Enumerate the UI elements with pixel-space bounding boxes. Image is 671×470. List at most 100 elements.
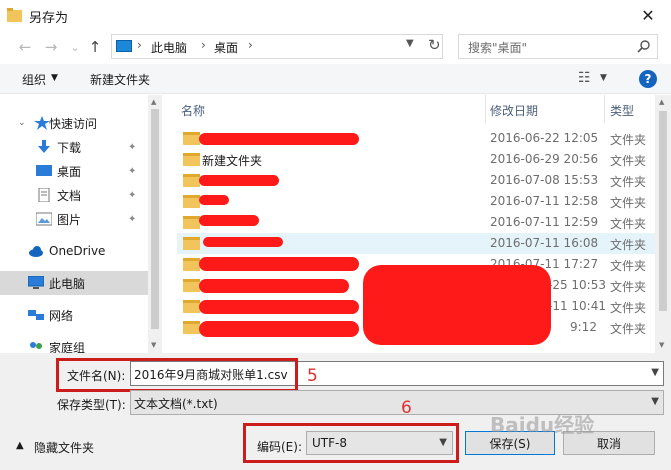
redaction-mark [199,215,259,226]
homegroup-icon [30,342,42,349]
redaction-mark [199,195,229,205]
help-icon[interactable]: ? [639,70,657,88]
redaction-mark [203,237,283,247]
sidebar-item-pictures[interactable]: 图片 ✦ [0,207,148,231]
refresh-icon[interactable]: ↻ [428,36,441,54]
file-type: 文件夹 [610,196,647,210]
chevron-up-icon[interactable]: ▲ [16,440,24,451]
sidebar-item-onedrive[interactable]: OneDrive [0,239,148,263]
search-box[interactable]: 搜索"桌面" [458,34,658,59]
scrollbar-thumb[interactable] [659,111,667,311]
pin-icon: ✦ [128,213,137,225]
sidebar-item-label: 下载 [57,140,82,155]
chevron-down-icon[interactable]: ⌄ [18,118,26,128]
back-button[interactable]: ← [16,38,34,56]
window-title: 另存为 [29,11,69,26]
caret-down-icon[interactable]: ▼ [51,73,58,83]
redaction-mark [199,175,279,186]
file-type: 文件夹 [610,175,647,189]
pin-icon: ✦ [128,165,137,177]
column-divider[interactable] [604,95,605,123]
folder-icon [183,258,200,271]
file-modified: 2016-07-11 16:08 [490,236,599,250]
hide-folders-button[interactable]: 隐藏文件夹 [34,439,94,456]
sidebar-item-label: 此电脑 [49,276,86,291]
document-icon [38,188,50,202]
up-button[interactable]: ↑ [86,38,104,56]
file-type: 文件夹 [610,301,647,315]
annotation-box-filename [56,358,298,392]
file-type: 文件夹 [610,217,647,231]
navigation-pane: ⌄ 快速访问 下载 ✦ 桌面 ✦ 文档 ✦ 图片 ✦ OneDrive 此电脑 … [0,95,162,355]
close-button[interactable]: ✕ [625,0,671,30]
network-icon [28,310,44,320]
pictures-icon [36,212,52,226]
column-divider[interactable] [485,95,486,123]
desktop-icon [36,165,52,176]
file-type: 文件夹 [610,322,647,336]
column-name[interactable]: 名称 [181,102,205,119]
sidebar-scrollbar[interactable]: ▲ ▼ [148,95,162,353]
file-modified: -25 10:53 [548,278,606,292]
file-type: 文件夹 [610,259,647,273]
sidebar-item-desktop[interactable]: 桌面 ✦ [0,159,148,183]
breadcrumb-this-pc[interactable]: 此电脑 [151,39,187,56]
chevron-down-icon[interactable]: ▼ [651,367,659,378]
column-type[interactable]: 类型 [610,102,634,119]
download-icon [38,140,50,153]
new-folder-button[interactable]: 新建文件夹 [90,71,150,88]
folder-icon [183,300,200,313]
sidebar-item-network[interactable]: 网络 [0,303,148,327]
search-icon[interactable] [637,39,651,53]
navigation-bar: ← → ⌄ ↑ › 此电脑 › 桌面 › ▼ ↻ 搜索"桌面" [0,30,671,64]
filetype-value: 文本文档(*.txt) [134,397,218,411]
annotation-step-5: 5 [307,366,318,386]
breadcrumb-separator: › [248,38,253,52]
sidebar-item-quick-access[interactable]: ⌄ 快速访问 [0,111,148,135]
scroll-up-icon[interactable]: ▲ [659,98,664,106]
recent-locations-button[interactable]: ⌄ [66,38,84,56]
file-row[interactable]: 2016-07-11 12:58 文件夹 [177,191,655,212]
sidebar-item-label: 文档 [57,188,82,203]
scrollbar-thumb[interactable] [151,109,159,329]
redaction-mark [199,279,349,293]
sidebar-item-label: 图片 [57,212,82,227]
sidebar-item-this-pc[interactable]: 此电脑 [0,271,148,295]
scroll-down-icon[interactable]: ▼ [151,341,156,349]
breadcrumb-separator: › [137,38,142,52]
scroll-down-icon[interactable]: ▼ [659,341,664,349]
caret-down-icon[interactable]: ▼ [600,73,607,83]
chevron-down-icon[interactable]: ▼ [651,396,659,407]
redaction-mark [199,133,359,145]
computer-icon [28,276,44,289]
filetype-label: 保存类型(T): [57,398,126,412]
column-header: 名称 修改日期 类型 [163,95,655,123]
address-bar[interactable]: › 此电脑 › 桌面 › ▼ ↻ [111,34,443,59]
save-form: 文件名(N): 2016年9月商城对账单1.csv ▼ 5 保存类型(T): 文… [0,353,671,470]
breadcrumb-desktop[interactable]: 桌面 [214,39,238,56]
file-type: 文件夹 [610,133,647,147]
sidebar-item-label: 网络 [49,308,74,323]
folder-icon [183,195,200,208]
sidebar-item-documents[interactable]: 文档 ✦ [0,183,148,207]
file-list-scrollbar[interactable]: ▲ ▼ [655,95,671,353]
annotation-box-encoding [243,423,459,463]
folder-icon [183,279,200,292]
file-row[interactable]: 新建文件夹 2016-06-29 20:56 文件夹 [177,149,655,170]
view-options-icon[interactable]: ☷ [578,70,591,86]
chevron-down-icon[interactable]: ▼ [406,38,414,49]
file-modified: 2016-07-08 15:53 [490,173,599,187]
scroll-up-icon[interactable]: ▲ [151,98,156,106]
title-bar: 另存为 ✕ [0,0,671,30]
folder-icon [183,153,200,166]
breadcrumb-separator: › [201,38,206,52]
folder-icon [183,132,200,145]
column-modified[interactable]: 修改日期 [490,102,538,119]
search-placeholder: 搜索"桌面" [468,41,528,55]
forward-button[interactable]: → [42,38,60,56]
folder-icon [183,237,200,250]
watermark: Baidu经验 [490,413,595,437]
sidebar-item-downloads[interactable]: 下载 ✦ [0,135,148,159]
file-modified: 9:12 [570,320,597,334]
organize-button[interactable]: 组织 [22,71,46,88]
